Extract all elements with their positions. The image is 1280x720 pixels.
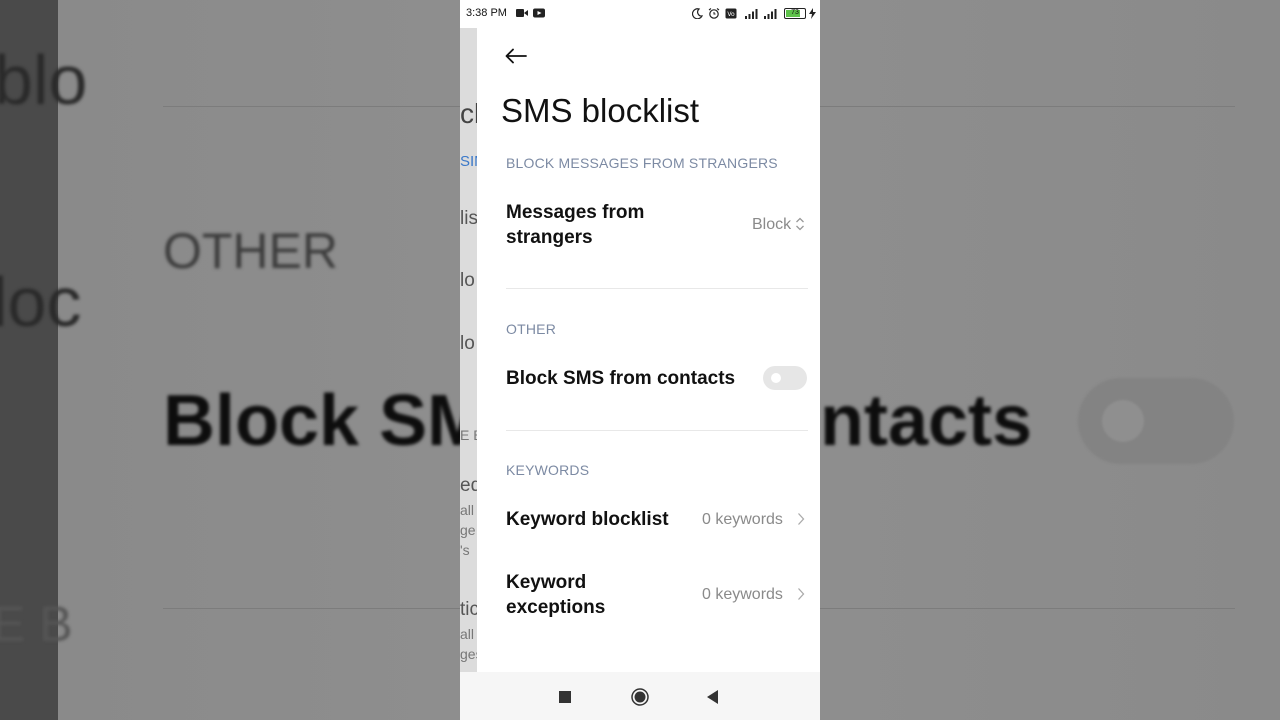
divider xyxy=(506,430,808,431)
square-icon xyxy=(559,691,571,703)
chevron-right-icon xyxy=(797,512,805,531)
section-header-keywords: KEYWORDS xyxy=(506,462,590,478)
volte-icon: Vo xyxy=(725,8,737,19)
ghost-text: all xyxy=(460,502,475,518)
ghost-text: ed xyxy=(460,475,477,496)
updown-chevron-icon xyxy=(795,216,805,237)
block-contacts-toggle[interactable] xyxy=(763,366,807,390)
label-line: Messages from xyxy=(506,202,645,223)
toggle-knob xyxy=(771,373,781,383)
ghost-text: 's xyxy=(460,542,470,558)
keyword-blocklist-count: 0 keywords xyxy=(702,511,783,528)
ghost-text: lis xyxy=(460,208,477,229)
back-button[interactable] xyxy=(500,40,532,72)
svg-text:Vo: Vo xyxy=(727,11,735,18)
backdrop-text: ntacts xyxy=(820,381,1033,461)
ghost-text: E B xyxy=(460,427,477,443)
battery-level: 73 xyxy=(791,9,799,16)
charging-icon xyxy=(809,8,816,19)
triangle-back-icon xyxy=(707,690,718,704)
previous-screen-ghost: ck SIM lis lo lo E B ed all ge 's tic al… xyxy=(460,0,477,672)
section-header-other: OTHER xyxy=(506,321,556,337)
backdrop-toggle xyxy=(1078,378,1234,464)
ghost-text: ck xyxy=(460,98,477,129)
circle-icon xyxy=(631,688,649,706)
do-not-disturb-icon xyxy=(691,8,704,20)
block-sms-from-contacts-label: Block SMS from contacts xyxy=(506,368,736,389)
divider xyxy=(506,288,808,289)
label-line: exceptions xyxy=(506,597,606,618)
backdrop-text: E B xyxy=(0,596,73,652)
ghost-text: tic xyxy=(460,599,477,620)
label-line: Keyword xyxy=(506,572,587,593)
navigation-bar xyxy=(460,672,820,720)
label-line: strangers xyxy=(506,227,593,248)
backdrop-text: Block SM xyxy=(163,381,488,461)
ghost-text: ges xyxy=(460,646,477,662)
backdrop-text: blo xyxy=(0,41,88,119)
signal-strength-icon xyxy=(743,8,759,19)
phone-screen: ck SIM lis lo lo E B ed all ge 's tic al… xyxy=(460,0,820,720)
backdrop-text: OTHER xyxy=(163,223,338,279)
status-time: 3:38 PM xyxy=(466,7,507,19)
alarm-icon xyxy=(708,8,720,19)
keyword-exceptions-count: 0 keywords xyxy=(702,586,783,603)
youtube-icon xyxy=(533,8,545,19)
home-button[interactable] xyxy=(629,686,651,708)
ghost-text: lo xyxy=(460,333,475,354)
screen-record-icon xyxy=(516,8,528,19)
recents-button[interactable] xyxy=(554,686,576,708)
back-arrow-icon xyxy=(505,48,527,64)
messages-from-strangers-label: Messages from strangers xyxy=(506,200,644,250)
page-title: SMS blocklist xyxy=(501,92,700,129)
keyword-blocklist-label: Keyword blocklist xyxy=(506,509,669,530)
strangers-value[interactable]: Block xyxy=(752,216,791,234)
status-bar: 3:38 PM Vo 73 xyxy=(460,0,820,28)
ghost-text: ge xyxy=(460,522,476,538)
ghost-text: SIM xyxy=(460,153,477,170)
ghost-text: lo xyxy=(460,270,475,291)
chevron-right-icon xyxy=(797,587,805,606)
ghost-text: all xyxy=(460,626,475,642)
backdrop-text: loc xyxy=(0,263,82,341)
battery-icon: 73 xyxy=(784,8,806,19)
keyword-exceptions-label: Keyword exceptions xyxy=(506,570,605,620)
signal-strength-icon xyxy=(763,8,779,19)
section-header-strangers: BLOCK MESSAGES FROM STRANGERS xyxy=(506,155,778,171)
nav-back-button[interactable] xyxy=(702,686,724,708)
